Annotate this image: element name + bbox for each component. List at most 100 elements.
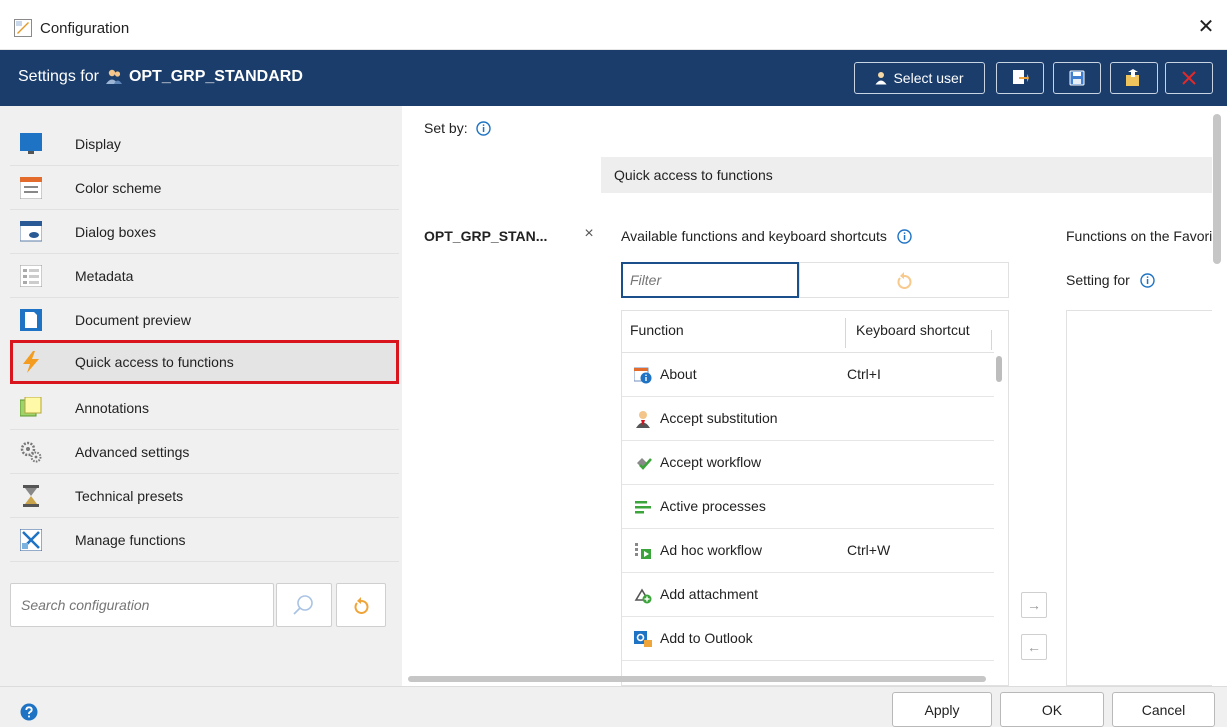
group-name: OPT_GRP_STANDARD — [128, 68, 303, 85]
adhoc-workflow-icon — [635, 543, 651, 559]
search-button[interactable] — [276, 583, 332, 627]
workflow-icon — [637, 458, 652, 470]
annotation-icon — [20, 397, 42, 417]
table-row[interactable]: About Ctrl+I — [622, 353, 994, 397]
help-icon[interactable] — [20, 703, 38, 721]
function-shortcut: Ctrl+I — [847, 366, 881, 382]
app-icon — [14, 19, 32, 37]
setting-for: Setting for — [1066, 272, 1155, 288]
delete-button[interactable] — [1165, 62, 1213, 94]
horizontal-scrollbar[interactable] — [408, 676, 986, 682]
table-scrollbar[interactable] — [996, 356, 1002, 382]
sidebar-item-advanced-settings[interactable]: Advanced settings — [10, 430, 399, 474]
user-icon — [875, 72, 887, 85]
gears-icon — [20, 441, 42, 463]
sidebar-item-label: Display — [75, 135, 121, 152]
info-icon — [634, 367, 652, 384]
sidebar-item-document-preview[interactable]: Document preview — [10, 298, 399, 342]
filter-input[interactable] — [623, 264, 797, 296]
select-user-button[interactable]: Select user — [854, 62, 985, 94]
column-header-shortcut[interactable]: Keyboard shortcut — [856, 322, 970, 338]
reset-icon — [897, 272, 912, 289]
sidebar-item-label: Quick access to functions — [75, 353, 234, 370]
table-row[interactable]: Accept workflow — [622, 441, 994, 485]
search-configuration-input[interactable] — [11, 584, 273, 626]
sidebar-item-quick-access[interactable]: Quick access to functions — [10, 340, 399, 384]
color-scheme-icon — [20, 177, 42, 199]
favorites-list[interactable] — [1066, 310, 1212, 686]
table-row[interactable]: Add to Outlook — [622, 617, 994, 661]
function-name: Active processes — [660, 498, 766, 514]
close-red-icon — [1182, 71, 1196, 85]
table-row[interactable]: Accept substitution — [622, 397, 994, 441]
sidebar-item-label: Color scheme — [75, 179, 162, 196]
column-divider[interactable] — [991, 330, 992, 350]
sidebar-item-annotations[interactable]: Annotations — [10, 386, 399, 430]
column-divider[interactable] — [845, 318, 846, 348]
remove-group-button[interactable]: × — [580, 225, 598, 245]
sidebar-item-display[interactable]: Display — [10, 122, 399, 166]
user-group-name: OPT_GRP_STAN... — [424, 228, 548, 244]
manage-functions-icon — [20, 529, 42, 551]
monitor-icon — [20, 133, 42, 154]
group-icon — [105, 69, 122, 84]
settings-header: Settings for OPT_GRP_STANDARD Select use… — [0, 50, 1227, 106]
search-icon — [293, 595, 313, 615]
column-header-function[interactable]: Function — [630, 322, 684, 338]
cancel-button[interactable]: Cancel — [1112, 692, 1215, 727]
select-user-label: Select user — [893, 70, 964, 86]
sidebar-item-dialog-boxes[interactable]: Dialog boxes — [10, 210, 399, 254]
sidebar-item-manage-functions[interactable]: Manage functions — [10, 518, 399, 562]
close-window-button[interactable]: ✕ — [1193, 14, 1219, 40]
apply-button[interactable]: Apply — [892, 692, 992, 727]
settings-prefix: Settings for — [18, 68, 99, 85]
function-name: Add attachment — [660, 586, 759, 602]
remove-from-favorites-button[interactable]: ← — [1021, 634, 1047, 660]
outlook-icon — [634, 631, 652, 647]
processes-icon — [635, 501, 651, 514]
reset-filter-button[interactable] — [799, 262, 1009, 298]
search-configuration-field[interactable] — [10, 583, 274, 627]
hourglass-icon — [23, 485, 39, 507]
export-button[interactable] — [1110, 62, 1158, 94]
document-icon — [20, 309, 42, 331]
favorites-functions-title: Functions on the Favorites — [1066, 228, 1212, 244]
table-row[interactable]: Active processes — [622, 485, 994, 529]
table-row[interactable]: Add attachment — [622, 573, 994, 617]
lightning-icon — [23, 351, 39, 373]
reset-search-button[interactable] — [336, 583, 386, 627]
sidebar-item-color-scheme[interactable]: Color scheme — [10, 166, 399, 210]
export-icon — [1126, 69, 1139, 86]
sidebar-item-label: Manage functions — [75, 531, 186, 548]
function-name: Add to Outlook — [660, 630, 753, 646]
attachment-icon — [634, 588, 652, 604]
table-row[interactable]: Ad hoc workflow Ctrl+W — [622, 529, 994, 573]
vertical-scrollbar[interactable] — [1213, 114, 1221, 264]
set-by: Set by: — [424, 120, 491, 136]
reset-icon — [354, 597, 369, 614]
available-functions-heading: Available functions and keyboard shortcu… — [621, 228, 912, 244]
function-name: Accept workflow — [660, 454, 762, 470]
floppy-disk-icon — [1069, 70, 1085, 86]
sidebar-item-label: Advanced settings — [75, 443, 190, 460]
import-button[interactable] — [996, 62, 1044, 94]
filter-field[interactable] — [621, 262, 799, 298]
sidebar-item-metadata[interactable]: Metadata — [10, 254, 399, 298]
ok-button[interactable]: OK — [1000, 692, 1104, 727]
info-icon[interactable] — [897, 228, 912, 244]
function-shortcut: Ctrl+W — [847, 542, 891, 558]
available-functions-title: Available functions and keyboard shortcu… — [621, 228, 887, 244]
info-icon[interactable] — [475, 120, 491, 136]
sidebar-item-label: Metadata — [75, 267, 134, 284]
sidebar-item-technical-presets[interactable]: Technical presets — [10, 474, 399, 518]
add-to-favorites-button[interactable]: → — [1021, 592, 1047, 618]
dialog-box-icon — [20, 221, 42, 242]
settings-for-label: Settings for OPT_GRP_STANDARD — [18, 68, 303, 86]
function-name: About — [660, 366, 697, 382]
sidebar-item-label: Annotations — [75, 399, 149, 416]
window-title: Configuration — [40, 20, 130, 37]
info-icon[interactable] — [1140, 272, 1155, 288]
save-button[interactable] — [1053, 62, 1101, 94]
substitution-icon — [636, 411, 650, 428]
sidebar-item-label: Technical presets — [75, 487, 184, 504]
